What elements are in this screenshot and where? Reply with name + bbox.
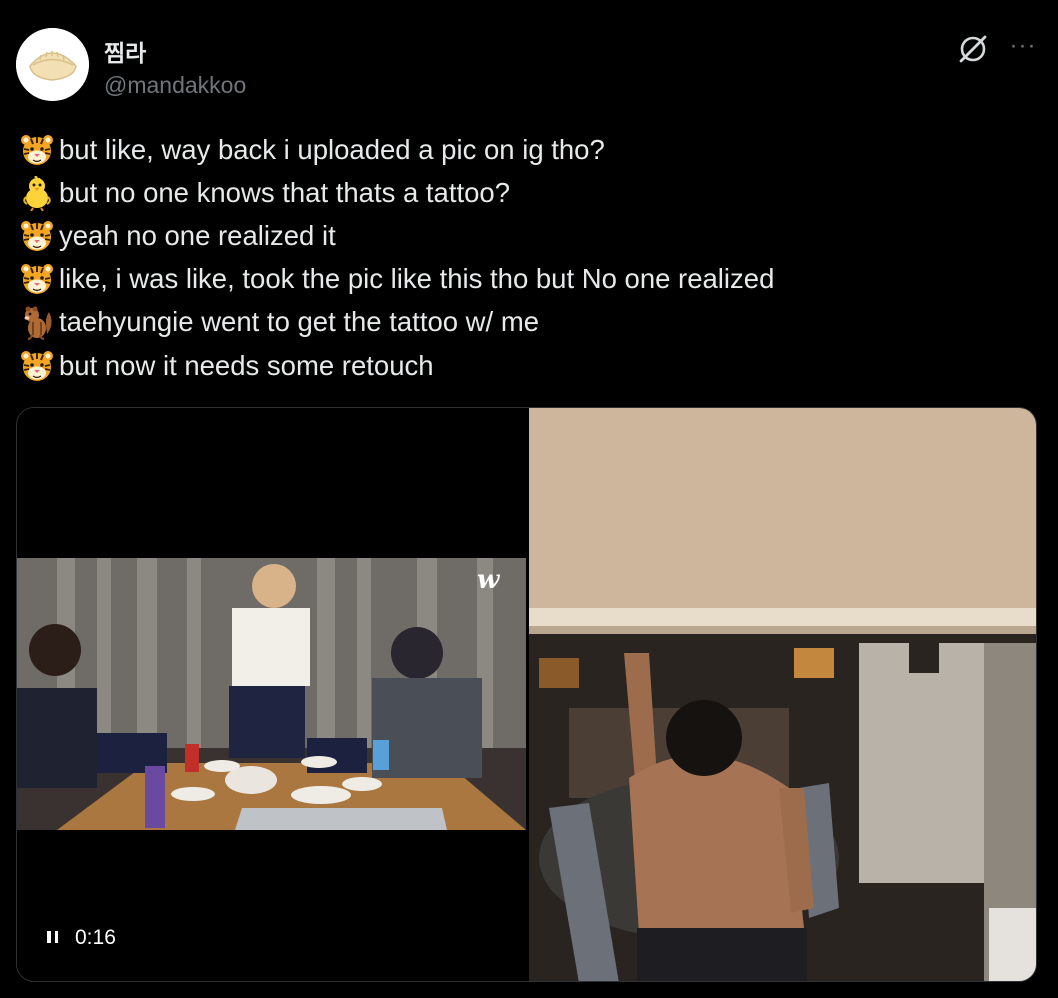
tweet-text: but like, way back i uploaded a pic on i… — [19, 128, 1042, 387]
tweet-line: but like, way back i uploaded a pic on i… — [19, 128, 1042, 171]
media-grid: w 0:16 — [16, 407, 1037, 982]
dumpling-icon — [16, 28, 89, 101]
chick-emoji-icon — [19, 175, 55, 211]
tiger-emoji-icon — [19, 348, 55, 384]
tiger-emoji-icon — [19, 261, 55, 297]
tweet-line-text: but now it needs some retouch — [59, 349, 434, 381]
tiger-emoji-icon — [19, 218, 55, 254]
video-controls: 0:16 — [47, 926, 116, 950]
video-time: 0:16 — [75, 926, 116, 949]
photo[interactable] — [529, 408, 1036, 981]
user-handle[interactable]: @mandakkoo — [104, 72, 246, 99]
tweet-line-text: but like, way back i uploaded a pic on i… — [59, 133, 605, 165]
display-name[interactable]: 찜라 — [104, 34, 146, 68]
tweet-line-text: like, i was like, took the pic like this… — [59, 263, 775, 295]
avatar[interactable] — [16, 28, 89, 101]
tweet-line-text: yeah no one realized it — [59, 219, 336, 251]
grok-icon[interactable] — [956, 32, 990, 66]
tweet-line-text: taehyungie went to get the tattoo w/ me — [59, 306, 540, 338]
pause-icon[interactable] — [47, 931, 61, 945]
tweet-line-text: but no one knows that thats a tattoo? — [59, 176, 511, 208]
more-options-icon[interactable]: ··· — [1004, 32, 1042, 66]
tiger-emoji-icon — [19, 132, 55, 168]
chipmunk-emoji-icon — [19, 304, 55, 340]
tweet-header: 찜라 @mandakkoo ··· — [16, 28, 1042, 104]
video-frame[interactable]: w — [17, 558, 526, 830]
video-player[interactable]: w 0:16 — [17, 408, 526, 981]
tweet-line: like, i was like, took the pic like this… — [19, 258, 1042, 301]
tweet-line: but no one knows that thats a tattoo? — [19, 171, 1042, 214]
tweet-line: yeah no one realized it — [19, 214, 1042, 257]
watermark-logo: w — [477, 565, 501, 595]
tweet-line: but now it needs some retouch — [19, 344, 1042, 387]
tweet-line: taehyungie went to get the tattoo w/ me — [19, 301, 1042, 344]
